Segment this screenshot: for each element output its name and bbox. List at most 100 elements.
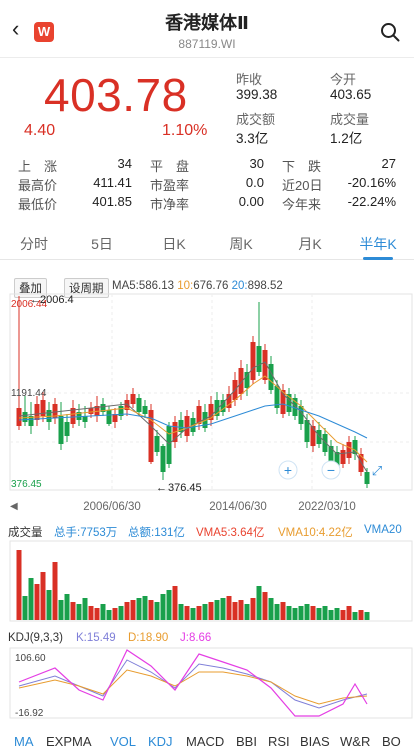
volume-bar: [136, 598, 142, 620]
search-icon[interactable]: [380, 22, 400, 42]
volume-title: 成交量: [8, 527, 43, 539]
tab-monthly-k[interactable]: 月K: [280, 234, 340, 254]
candle-body: [160, 446, 166, 472]
volume-bar: [154, 602, 160, 620]
volume-bar: [352, 612, 358, 620]
kdj-d-line: [18, 669, 368, 705]
candle-body: [364, 472, 370, 484]
last-price: 403.78: [44, 69, 188, 121]
chart-canvas[interactable]: 2006.44 1191.44 376.45 ← 2006.4 ← 376.45…: [0, 276, 414, 728]
tab-daily-k[interactable]: 日K: [144, 234, 204, 254]
nav-bar: ‹ W 香港媒体Ⅱ 887119.WI: [0, 0, 414, 58]
tab-5-day[interactable]: 5日: [72, 234, 132, 254]
volume-bar: [196, 606, 202, 620]
volume-bar: [160, 594, 166, 620]
kdj-y-max: 106.60: [15, 653, 46, 664]
volume-bar: [262, 592, 268, 620]
vma5-value: VMA5:3.64亿: [196, 527, 265, 539]
indicator-bbi[interactable]: BBI: [236, 734, 257, 749]
candle-body: [316, 430, 322, 444]
kline-frame: [9, 293, 413, 491]
volume-bar: [46, 590, 52, 620]
volume-bar: [130, 600, 136, 620]
candle-body: [22, 412, 28, 422]
stat-value: 30: [249, 156, 264, 171]
volume-bar: [22, 596, 28, 620]
indicator-macd[interactable]: MACD: [186, 734, 224, 749]
min-annotation-value: 376.45: [168, 482, 202, 494]
stat-label: 最低价: [18, 197, 58, 212]
indicator-vol[interactable]: VOL: [110, 734, 136, 749]
tab-intraday[interactable]: 分时: [4, 234, 64, 254]
tab-halfyear-k[interactable]: 半年K: [348, 234, 408, 254]
stat-label: 市净率: [150, 197, 190, 212]
volume-bar: [34, 584, 40, 620]
indicator-kdj[interactable]: KDJ: [148, 734, 173, 749]
candle-body: [304, 420, 310, 442]
fullscreen-icon[interactable]: ⤢: [372, 463, 382, 478]
volume-bar: [292, 608, 298, 620]
price-change-percent: 1.10%: [162, 122, 208, 139]
indicator-rsi[interactable]: RSI: [268, 734, 290, 749]
volume-bar: [184, 606, 190, 620]
indicator-wr[interactable]: W&R: [340, 734, 370, 749]
vma10-value: VMA10:4.22亿: [278, 527, 353, 539]
volume-bar: [220, 598, 226, 620]
max-annotation-value: 2006.4: [40, 294, 74, 306]
volume-bar: [274, 604, 280, 620]
volume-bar: [304, 604, 310, 620]
scroll-left-icon[interactable]: ◀: [10, 501, 18, 512]
zoom-in-button[interactable]: +: [278, 460, 298, 480]
zoom-out-button[interactable]: −: [321, 460, 341, 480]
volume-bar: [286, 606, 292, 620]
candle-body: [340, 450, 346, 464]
volume-bar: [124, 602, 130, 620]
volume-bar: [88, 606, 94, 620]
stats-row: 最低价 401.85 市净率 0.00 今年来 -22.24%: [18, 194, 398, 212]
stat-value: 0.0: [245, 175, 264, 190]
volume-bar: [328, 610, 334, 620]
volume-bar: [166, 590, 172, 620]
stat-label: 下 跌: [282, 159, 322, 174]
stat-label: 近20日: [282, 178, 323, 193]
volume-bar: [208, 602, 214, 620]
volume-bar: [58, 600, 64, 620]
volume-label: 成交量: [330, 112, 370, 127]
stat-value: -20.16%: [347, 175, 396, 190]
stat-label: 今年来: [282, 197, 322, 212]
volume-bar: [256, 586, 262, 620]
volume-bar: [238, 600, 244, 620]
indicator-bias[interactable]: BIAS: [300, 734, 330, 749]
indicator-expma[interactable]: EXPMA: [46, 734, 92, 749]
volume-bar: [16, 550, 22, 620]
security-code: 887119.WI: [178, 37, 236, 51]
volume-bar: [334, 608, 340, 620]
x-label: 2014/06/30: [209, 501, 267, 513]
volume-bar: [100, 604, 106, 620]
volume-bar: [190, 608, 196, 620]
candle-body: [136, 398, 142, 412]
candle-body: [250, 342, 256, 380]
candle-body: [322, 434, 328, 452]
volume-bar: [340, 610, 346, 620]
indicator-boll[interactable]: BO: [382, 734, 401, 749]
candle-body: [256, 346, 262, 372]
volume-bar: [70, 602, 76, 620]
kline-y-min: 376.45: [11, 479, 42, 490]
min-annotation: ←: [156, 482, 167, 494]
volume-bar: [214, 600, 220, 620]
open-label: 今开: [330, 72, 357, 87]
volume-bar: [40, 572, 46, 620]
chart-area: 叠加 设周期 MA5:586.13 10:676.76 20:898.52 20…: [0, 276, 414, 756]
volume-bar: [316, 608, 322, 620]
tab-weekly-k[interactable]: 周K: [211, 234, 271, 254]
indicator-ma[interactable]: MA: [14, 734, 34, 749]
candle-body: [130, 394, 136, 404]
zoom-in-icon: +: [284, 462, 292, 478]
candle-body: [166, 426, 172, 464]
volume-bar: [250, 598, 256, 620]
candle-body: [184, 416, 190, 436]
stat-value: 27: [381, 156, 396, 171]
candle-body: [154, 436, 160, 452]
turnover-value: 3.3亿: [236, 131, 269, 146]
